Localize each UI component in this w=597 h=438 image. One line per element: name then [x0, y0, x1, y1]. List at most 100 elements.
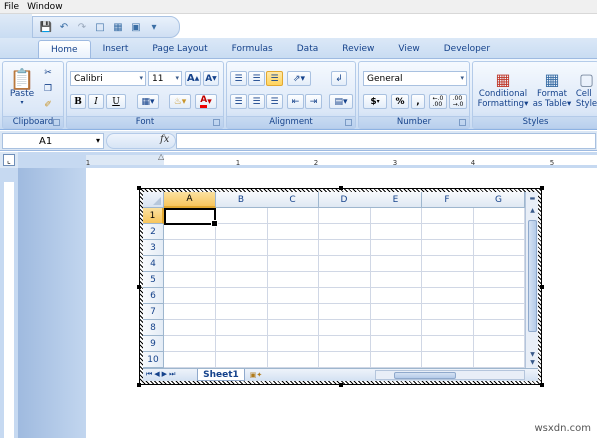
- merge-center-button[interactable]: ▤▾: [329, 94, 353, 109]
- cell-g3[interactable]: [473, 240, 525, 256]
- cell-c7[interactable]: [267, 304, 319, 320]
- cell-b4[interactable]: [215, 256, 268, 272]
- bold-button[interactable]: B: [70, 94, 86, 109]
- format-painter-icon[interactable]: ✐: [41, 98, 55, 112]
- sheet-nav-icon[interactable]: ⏮◀▶⏭: [146, 370, 177, 379]
- cell-a5[interactable]: [164, 272, 216, 288]
- row-header-7[interactable]: 7: [143, 304, 164, 320]
- scroll-up-icon[interactable]: ▲: [528, 206, 537, 215]
- cell-g10[interactable]: [473, 352, 525, 368]
- cell-e9[interactable]: [370, 336, 422, 352]
- vertical-scrollbar[interactable]: ▬ ▲ ▼ ▼: [525, 192, 538, 368]
- cell-d8[interactable]: [318, 320, 371, 336]
- column-header-b[interactable]: B: [215, 192, 268, 208]
- cell-g8[interactable]: [473, 320, 525, 336]
- cell-b5[interactable]: [215, 272, 268, 288]
- borders-button[interactable]: ▦▾: [137, 94, 159, 109]
- cell-g9[interactable]: [473, 336, 525, 352]
- row-header-9[interactable]: 9: [143, 336, 164, 352]
- menu-window[interactable]: Window: [23, 2, 67, 12]
- camera-icon[interactable]: ▣: [129, 20, 143, 34]
- save-icon[interactable]: 💾: [39, 20, 53, 34]
- cell-g7[interactable]: [473, 304, 525, 320]
- cell-e3[interactable]: [370, 240, 422, 256]
- insert-sheet-icon[interactable]: ▣✦: [247, 370, 265, 380]
- horizontal-scrollbar[interactable]: [375, 370, 525, 380]
- cell-a6[interactable]: [164, 288, 216, 304]
- align-top-button[interactable]: ☰: [230, 71, 247, 86]
- cell-d4[interactable]: [318, 256, 371, 272]
- cell-b6[interactable]: [215, 288, 268, 304]
- tab-home[interactable]: Home: [38, 40, 91, 58]
- cell-f1[interactable]: [421, 208, 474, 224]
- cell-d2[interactable]: [318, 224, 371, 240]
- shrink-font-button[interactable]: A ▼: [203, 71, 219, 86]
- resize-handle[interactable]: [339, 383, 343, 387]
- cut-icon[interactable]: ✂: [41, 66, 55, 80]
- cell-d7[interactable]: [318, 304, 371, 320]
- cell-e5[interactable]: [370, 272, 422, 288]
- customize-qat-icon[interactable]: ▾: [147, 20, 161, 34]
- align-center-button[interactable]: ☰: [248, 94, 265, 109]
- italic-button[interactable]: I: [88, 94, 104, 109]
- resize-handle[interactable]: [540, 383, 544, 387]
- cell-a3[interactable]: [164, 240, 216, 256]
- cell-f2[interactable]: [421, 224, 474, 240]
- print-preview-icon[interactable]: □: [93, 20, 107, 34]
- tab-data[interactable]: Data: [285, 40, 331, 58]
- column-header-e[interactable]: E: [370, 192, 422, 208]
- number-launcher-icon[interactable]: [459, 119, 466, 126]
- tab-insert[interactable]: Insert: [91, 40, 141, 58]
- row-header-8[interactable]: 8: [143, 320, 164, 336]
- cell-styles-button[interactable]: ▢ Cell Style: [573, 64, 597, 116]
- fill-color-button[interactable]: ♨▾: [169, 94, 191, 109]
- indent-marker-icon[interactable]: △: [158, 152, 164, 161]
- font-launcher-icon[interactable]: [213, 119, 220, 126]
- cell-c8[interactable]: [267, 320, 319, 336]
- cell-b10[interactable]: [215, 352, 268, 368]
- tab-review[interactable]: Review: [330, 40, 386, 58]
- cell-g1[interactable]: [473, 208, 525, 224]
- cell-d3[interactable]: [318, 240, 371, 256]
- resize-handle[interactable]: [137, 383, 141, 387]
- cell-c1[interactable]: [267, 208, 319, 224]
- vertical-scroll-thumb[interactable]: [528, 220, 537, 332]
- scroll-end-icon[interactable]: ▼: [528, 358, 537, 367]
- resize-handle[interactable]: [540, 285, 544, 289]
- resize-handle[interactable]: [137, 186, 141, 190]
- redo-icon[interactable]: ↷: [75, 20, 89, 34]
- comma-button[interactable]: ,: [411, 94, 425, 109]
- cell-d6[interactable]: [318, 288, 371, 304]
- horizontal-ruler[interactable]: 1 1 2 3 4 5 △: [18, 152, 597, 168]
- column-header-g[interactable]: G: [473, 192, 525, 208]
- cell-g5[interactable]: [473, 272, 525, 288]
- underline-button[interactable]: U: [106, 94, 126, 109]
- cell-g6[interactable]: [473, 288, 525, 304]
- grow-font-button[interactable]: A ▲: [185, 71, 201, 86]
- percent-button[interactable]: %: [391, 94, 409, 109]
- cell-f5[interactable]: [421, 272, 474, 288]
- column-header-c[interactable]: C: [267, 192, 319, 208]
- row-header-3[interactable]: 3: [143, 240, 164, 256]
- cell-a7[interactable]: [164, 304, 216, 320]
- resize-handle[interactable]: [339, 186, 343, 190]
- decrease-decimal-button[interactable]: .00 →.0: [449, 94, 467, 109]
- undo-icon[interactable]: ↶: [57, 20, 71, 34]
- cell-a10[interactable]: [164, 352, 216, 368]
- name-box[interactable]: A1 ▾: [2, 133, 104, 149]
- cell-d10[interactable]: [318, 352, 371, 368]
- align-middle-button[interactable]: ☰: [248, 71, 265, 86]
- cell-g4[interactable]: [473, 256, 525, 272]
- cell-c9[interactable]: [267, 336, 319, 352]
- active-cell-outline[interactable]: [164, 208, 218, 227]
- cell-e2[interactable]: [370, 224, 422, 240]
- office-button-area[interactable]: [0, 14, 32, 40]
- table-icon[interactable]: ▦: [111, 20, 125, 34]
- cell-f4[interactable]: [421, 256, 474, 272]
- cell-c4[interactable]: [267, 256, 319, 272]
- clipboard-launcher-icon[interactable]: [53, 119, 60, 126]
- cell-b1[interactable]: [215, 208, 268, 224]
- cell-f7[interactable]: [421, 304, 474, 320]
- increase-decimal-button[interactable]: ←.0.00: [429, 94, 447, 109]
- align-right-button[interactable]: ☰: [266, 94, 283, 109]
